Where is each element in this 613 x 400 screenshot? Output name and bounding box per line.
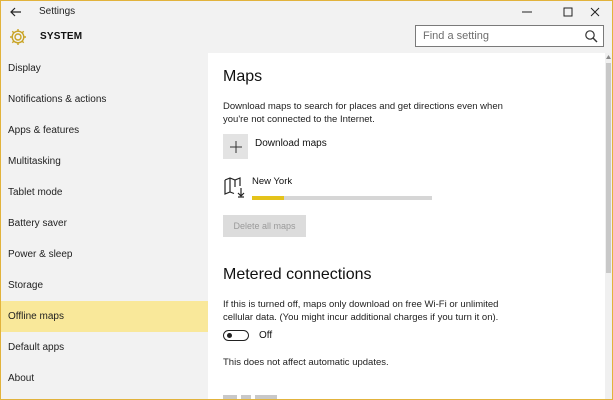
map-download-progress-fill: [252, 196, 285, 200]
sidebar-item-notifications[interactable]: Notifications & actions: [1, 84, 208, 115]
minimize-button[interactable]: [510, 1, 544, 23]
sidebar-item-battery-saver[interactable]: Battery saver: [1, 208, 208, 239]
sidebar-item-tablet-mode[interactable]: Tablet mode: [1, 177, 208, 208]
title-bar: Settings: [1, 1, 612, 23]
sidebar-item-power-sleep[interactable]: Power & sleep: [1, 239, 208, 270]
metered-toggle[interactable]: [223, 330, 249, 341]
settings-window: Settings SYSTEM Find a setting Display N…: [0, 0, 613, 400]
maps-description-line2: you're not connected to the Internet.: [223, 114, 375, 125]
sidebar-item-multitasking[interactable]: Multitasking: [1, 146, 208, 177]
maps-heading: Maps: [223, 68, 263, 85]
search-input[interactable]: [416, 26, 583, 46]
maps-description-line1: Download maps to search for places and g…: [223, 101, 503, 112]
search-icon[interactable]: [584, 29, 598, 43]
maximize-icon: [563, 7, 573, 17]
close-button[interactable]: [578, 1, 612, 23]
sidebar-item-offline-maps[interactable]: Offline maps: [1, 301, 208, 332]
metered-note: This does not affect automatic updates.: [223, 357, 389, 368]
metered-toggle-state: Off: [259, 330, 273, 341]
scroll-up-icon: [606, 55, 611, 59]
toggle-knob: [227, 332, 232, 338]
sidebar-item-apps-features[interactable]: Apps & features: [1, 115, 208, 146]
metered-description-line2: cellular data. (You might incur addition…: [223, 312, 499, 323]
truncated-text-fragment: [223, 395, 277, 399]
back-arrow-icon: [10, 7, 21, 17]
window-title: Settings: [39, 6, 76, 17]
minimize-icon: [522, 11, 532, 13]
metered-description-line1: If this is turned off, maps only downloa…: [223, 299, 499, 310]
sidebar-item-default-apps[interactable]: Default apps: [1, 332, 208, 363]
close-icon: [590, 7, 600, 17]
section-title: SYSTEM: [40, 31, 83, 42]
download-maps-button[interactable]: [223, 134, 248, 159]
back-button[interactable]: [5, 2, 27, 22]
map-download-icon: [224, 177, 245, 198]
delete-all-maps-button[interactable]: Delete all maps: [223, 215, 306, 237]
content-pane: Maps Download maps to search for places …: [208, 53, 605, 399]
plus-icon: [229, 140, 242, 153]
metered-heading: Metered connections: [223, 266, 372, 283]
scroll-up-arrow[interactable]: [605, 53, 612, 61]
settings-header: SYSTEM: [1, 23, 612, 53]
search-box[interactable]: [415, 25, 604, 47]
content-scrollbar[interactable]: [605, 53, 612, 399]
sidebar: Display Notifications & actions Apps & f…: [1, 53, 208, 399]
download-maps-label[interactable]: Download maps: [255, 138, 327, 149]
map-name: New York: [252, 176, 293, 187]
sidebar-item-storage[interactable]: Storage: [1, 270, 208, 301]
metered-description: If this is turned off, maps only downloa…: [223, 298, 498, 324]
sidebar-item-about[interactable]: About: [1, 363, 208, 394]
map-download-progress: [252, 196, 432, 200]
gear-icon: [10, 29, 26, 45]
maps-description: Download maps to search for places and g…: [223, 100, 503, 126]
scroll-thumb[interactable]: [606, 63, 611, 273]
sidebar-item-display[interactable]: Display: [1, 53, 208, 84]
